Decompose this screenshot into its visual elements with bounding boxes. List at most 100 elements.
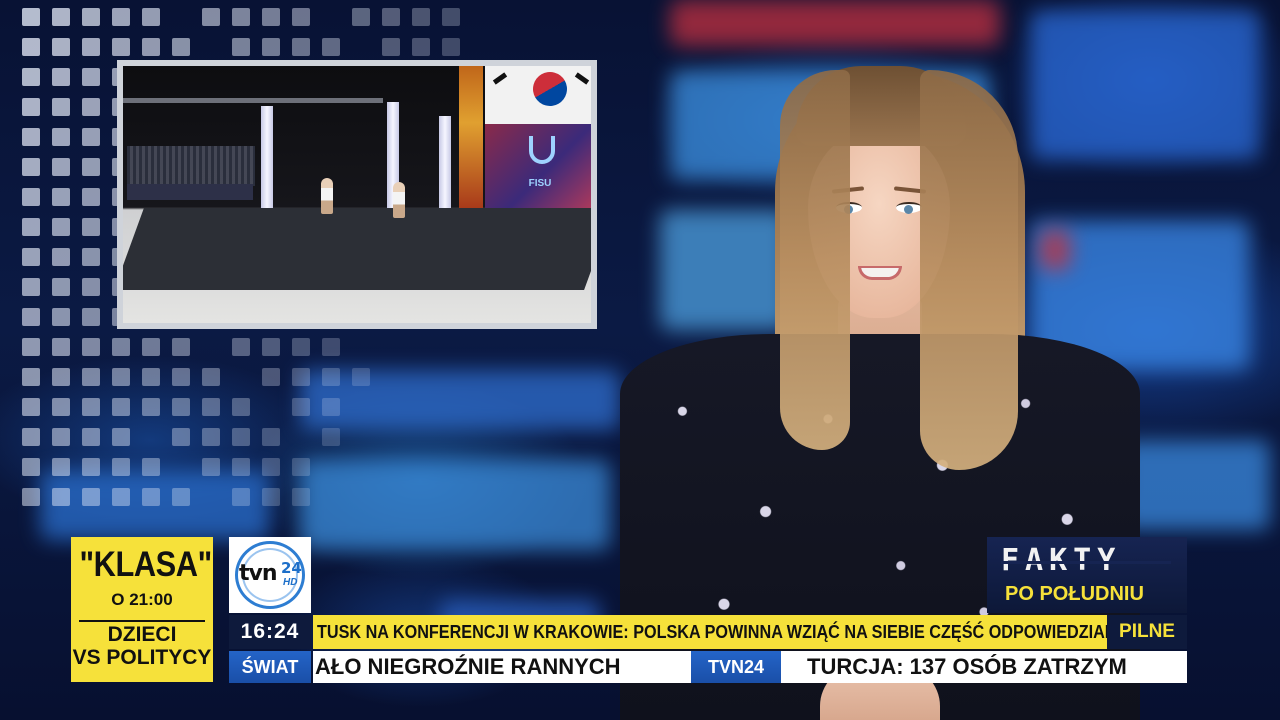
gymnast [393, 182, 405, 218]
grid-dot [292, 368, 310, 386]
grid-dot [112, 488, 130, 506]
grid-dot [82, 338, 100, 356]
anchor-smile [858, 266, 902, 280]
grid-dot [412, 8, 430, 26]
grid-dot [172, 428, 190, 446]
promo-subtitle-line2: VS POLITYCY [72, 645, 212, 669]
sponsor-banners [127, 184, 253, 200]
grid-dot [352, 8, 370, 26]
grid-dot [322, 398, 340, 416]
grid-dot [82, 278, 100, 296]
grid-dot [22, 338, 40, 356]
grid-dot [82, 398, 100, 416]
grid-dot [52, 488, 70, 506]
grid-dot [22, 428, 40, 446]
grid-dot [322, 428, 340, 446]
grid-dot [82, 188, 100, 206]
grid-dot [202, 368, 220, 386]
grid-dot [292, 338, 310, 356]
grid-dot [22, 98, 40, 116]
grid-dot [82, 98, 100, 116]
grid-dot [232, 488, 250, 506]
grid-dot [22, 308, 40, 326]
grid-dot [172, 488, 190, 506]
grid-dot [52, 188, 70, 206]
promo-subtitle-line1: DZIECI [107, 623, 177, 646]
grid-dot [22, 488, 40, 506]
grid-dot [292, 458, 310, 476]
grid-dot [22, 248, 40, 266]
grid-dot [52, 458, 70, 476]
grid-dot [262, 458, 280, 476]
grid-dot [22, 398, 40, 416]
fakty-subtitle: PO POŁUDNIU [1005, 583, 1144, 605]
grid-dot [52, 398, 70, 416]
grid-dot [82, 218, 100, 236]
grid-dot [382, 8, 400, 26]
grid-dot [52, 308, 70, 326]
grid-dot [262, 38, 280, 56]
section-label: ŚWIAT [229, 651, 311, 683]
grid-dot [142, 488, 160, 506]
grid-dot [22, 8, 40, 26]
grid-dot [262, 428, 280, 446]
grid-dot [412, 38, 430, 56]
universiade-u-icon [529, 136, 555, 164]
grid-dot [262, 8, 280, 26]
grid-dot [52, 248, 70, 266]
grid-dot [22, 368, 40, 386]
anchor-hair-left [780, 70, 850, 450]
grid-dot [292, 8, 310, 26]
grid-dot [112, 458, 130, 476]
inset-video-window: FISU [117, 60, 597, 329]
headline-bar: TUSK NA KONFERENCJI W KRAKOWIE: POLSKA P… [313, 615, 1107, 649]
grid-dot [22, 278, 40, 296]
screen-glow [1120, 440, 1270, 530]
grid-dot [52, 8, 70, 26]
grid-dot [52, 158, 70, 176]
grid-dot [142, 458, 160, 476]
grid-dot [82, 458, 100, 476]
grid-dot [232, 458, 250, 476]
grid-dot [292, 398, 310, 416]
news-ticker: AŁO NIEGROŹNIE RANNYCH TVN24 TURCJA: 137… [313, 651, 1187, 683]
grid-dot [172, 338, 190, 356]
grid-dot [22, 128, 40, 146]
grid-dot [52, 368, 70, 386]
competition-floor [123, 208, 591, 290]
promo-time: O 21:00 [111, 590, 173, 609]
grid-dot [52, 38, 70, 56]
grid-dot [322, 38, 340, 56]
grid-dot [82, 128, 100, 146]
grid-dot [262, 488, 280, 506]
ticker-item: AŁO NIEGROŹNIE RANNYCH [315, 654, 621, 679]
grid-dot [142, 338, 160, 356]
grid-dot [22, 38, 40, 56]
logo-text-tvn: tvn [239, 561, 278, 586]
grid-dot [442, 38, 460, 56]
grid-dot [22, 68, 40, 86]
anchor-eye [896, 202, 922, 214]
grid-dot [202, 398, 220, 416]
audience-stands [127, 146, 255, 186]
grid-dot [52, 68, 70, 86]
korean-flag-display [485, 66, 591, 126]
grid-dot [82, 8, 100, 26]
grid-dot [172, 398, 190, 416]
grid-dot [232, 8, 250, 26]
grid-dot [232, 38, 250, 56]
grid-dot [232, 338, 250, 356]
grid-dot [112, 428, 130, 446]
grid-dot [442, 8, 460, 26]
grid-dot [22, 218, 40, 236]
grid-dot [142, 398, 160, 416]
grid-dot [292, 38, 310, 56]
ticker-brand: TVN24 [691, 651, 781, 683]
grid-dot [202, 428, 220, 446]
grid-dot [262, 338, 280, 356]
gymnast [321, 178, 333, 214]
grid-dot [82, 308, 100, 326]
grid-dot [112, 398, 130, 416]
logo-text-24: 24 [281, 559, 302, 577]
grid-dot [22, 158, 40, 176]
